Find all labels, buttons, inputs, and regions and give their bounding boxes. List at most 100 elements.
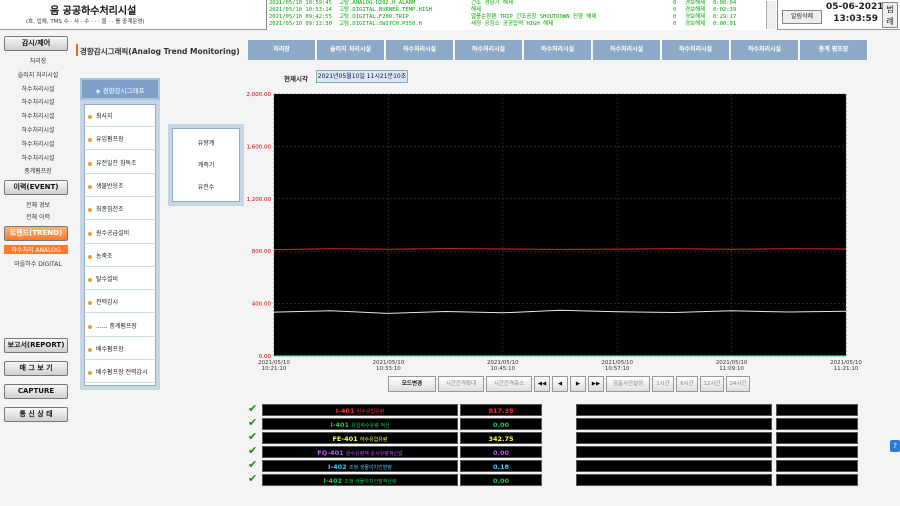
- alarm-state: 경보해제: [685, 21, 706, 27]
- tag-value: 0.00: [460, 474, 542, 486]
- alarm-row[interactable]: 2021/05/10 09:42:55 고탐.DIGITAL.F200.TRIP 열…: [267, 14, 777, 21]
- tab-plant-2[interactable]: 하수처리시설: [386, 40, 454, 60]
- trend-control-button[interactable]: 시간간격축소: [486, 376, 532, 392]
- sidebar-item-all-history[interactable]: 전체 이력: [8, 212, 68, 221]
- comm-status-button[interactable]: 통 신 상 태: [4, 407, 68, 422]
- empty-value-cell: [776, 404, 858, 416]
- y-tick-label: 800.00: [252, 249, 272, 255]
- trend-menu-item[interactable]: 배수펌프장 전력감시: [86, 363, 154, 384]
- side-help-icon[interactable]: ?: [890, 440, 900, 452]
- trend-control-button[interactable]: 6시간: [676, 376, 698, 392]
- trend-chart[interactable]: 0.00400.00800.001,200.001,600.002,000.00…: [240, 86, 872, 376]
- alarm-row[interactable]: 2021/05/10 10:59:45 고탐.ANALOG.D202.H_ALAR…: [267, 0, 777, 7]
- empty-value-cell: [776, 432, 858, 444]
- sidebar-item-analog-trend[interactable]: 하수처리 ANALOG: [4, 245, 68, 254]
- trend-menu-item[interactable]: 최종침전조: [86, 200, 154, 221]
- sidebar-item-sludge[interactable]: 슬러지 처리시설: [8, 70, 68, 79]
- trend-control-button[interactable]: 24시간: [726, 376, 750, 392]
- submenu-flowmeter[interactable]: 유량계: [172, 138, 240, 147]
- table-row: ✔ FQ-401 원수유량계 순시유량적산값 0.00: [246, 444, 860, 458]
- trend-controls: 모드변경 시간간격확대 시간간격축소 ◀◀ ◀ ▶ ▶▶ 검출시간설정 1시간 6시간 12시간 24…: [388, 376, 750, 392]
- tab-plant-1[interactable]: 슬러지 처리시설: [317, 40, 385, 60]
- sidebar-item-plant[interactable]: 처리장: [8, 56, 68, 65]
- tab-plant-3[interactable]: 하수처리시설: [455, 40, 523, 60]
- tag-value: 342.75: [460, 432, 542, 444]
- sidebar-item-digital-trend[interactable]: 마을하수 DIGITAL: [8, 259, 68, 268]
- empty-tag-cell: [576, 418, 772, 430]
- trend-menu-item[interactable]: 농축조: [86, 247, 154, 267]
- manual-button[interactable]: 매 그 보 기: [4, 361, 68, 376]
- alarm-list[interactable]: 2021/05/10 10:59:45 고탐.ANALOG.D202.H_ALAR…: [266, 0, 778, 30]
- tab-plant-4[interactable]: 하수처리시설: [524, 40, 592, 60]
- y-tick-label: 2,000.00: [247, 92, 272, 98]
- alarm-time: 2021/05/10 09:13:30: [269, 21, 332, 27]
- alarm-tag: 고탐.DIGITAL.BURNER.TEMP.HIGH: [339, 7, 432, 13]
- empty-value-cell: [776, 460, 858, 472]
- tag-id: FE-401: [332, 435, 358, 443]
- tag-value: 0.00: [460, 418, 542, 430]
- x-tick-label: 2021/05/10 11:21:10: [830, 360, 862, 372]
- trend-control-button[interactable]: ◀: [552, 376, 568, 392]
- trend-menu-item[interactable]: 배수펌프장: [86, 340, 154, 360]
- check-icon: ✔: [248, 444, 258, 457]
- table-row: ✔ I-402 조정 생물아치인발적산량 0.00: [246, 473, 860, 486]
- sidebar-item-sewage-2[interactable]: 하수처리시설: [8, 97, 68, 106]
- alarm-scrollbar[interactable]: [766, 1, 776, 29]
- sidebar-item-sewage-6[interactable]: 하수처리시설: [8, 153, 68, 162]
- trend-control-button[interactable]: 모드변경: [388, 376, 436, 392]
- trend-control-button[interactable]: 12시간: [700, 376, 724, 392]
- legend-button[interactable]: 범례: [882, 2, 898, 28]
- tab-plant-0[interactable]: 처리장: [248, 40, 316, 60]
- trend-menu-item[interactable]: ...... 중계펌프장: [86, 317, 154, 337]
- x-tick-label: 2021/05/10 10:57:10: [601, 360, 633, 372]
- trend-control-button[interactable]: 시간간격확대: [438, 376, 484, 392]
- tag-name-cell: I-401 원수유입유량: [262, 404, 458, 416]
- sidebar-item-all-alarms[interactable]: 전체 경보: [8, 200, 68, 209]
- tab-plant-5[interactable]: 하수처리시설: [593, 40, 661, 60]
- trend-menu-item[interactable]: 생물반응조: [86, 177, 154, 197]
- sidebar-item-sewage-5[interactable]: 하수처리시설: [8, 139, 68, 148]
- trend-menu-item[interactable]: 원수공급설비: [86, 224, 154, 244]
- empty-tag-cell: [576, 460, 772, 472]
- trend-control-button[interactable]: ▶▶: [588, 376, 604, 392]
- monitor-button[interactable]: 감시/제어: [4, 36, 68, 51]
- trend-control-button[interactable]: 1시간: [652, 376, 674, 392]
- tag-value-table: ✔ I-401 원수유입유량 817.38 ✔ I-401 유입하수유량 적산 0.00 ✔…: [246, 403, 860, 488]
- tab-plant-7[interactable]: 하수처리시설: [731, 40, 799, 60]
- tab-plant-6[interactable]: 하수처리시설: [662, 40, 730, 60]
- submenu-oil-water[interactable]: 유전수: [172, 182, 240, 191]
- sidebar-item-sewage-4[interactable]: 하수처리시설: [8, 125, 68, 134]
- trend-menu-item[interactable]: 최사지: [86, 107, 154, 127]
- empty-tag-cell: [576, 404, 772, 416]
- trend-button[interactable]: 트렌드(TREND): [4, 226, 68, 241]
- alarm-tag: 고탐.DIGITAL.F200.TRIP: [339, 14, 409, 20]
- trend-control-button[interactable]: ▶: [570, 376, 586, 392]
- trend-control-button[interactable]: ◀◀: [534, 376, 550, 392]
- sidebar-item-sewage-1[interactable]: 하수처리시설: [8, 84, 68, 93]
- alarm-row[interactable]: 2021/05/10 09:13:30 고탐.DIGITAL.SWITCH.P35…: [267, 21, 777, 28]
- sidebar-item-relay-pump[interactable]: 중계펌프장: [8, 166, 68, 175]
- trend-menu-header: ◈ 경향감시그래프: [80, 78, 160, 100]
- alarm-ack-button[interactable]: 알림삭제: [782, 10, 822, 24]
- trend-menu-item[interactable]: 전력감시: [86, 293, 154, 314]
- x-tick-label: 2021/05/10 10:45:10: [487, 360, 519, 372]
- trend-menu-item[interactable]: 탈수설비: [86, 270, 154, 291]
- tab-plant-8[interactable]: 중계 펌프장: [800, 40, 868, 60]
- tag-name-cell: I-402 조정 생물아치인발적산량: [262, 474, 458, 486]
- sidebar-item-sewage-3[interactable]: 하수처리시설: [8, 111, 68, 120]
- page-title: 경향감시그래픽(Analog Trend Monitoring): [80, 47, 240, 56]
- event-button[interactable]: 이력(EVENT): [4, 180, 68, 195]
- trend-menu-item[interactable]: 유입펌프장: [86, 130, 154, 151]
- capture-button[interactable]: CAPTURE: [4, 384, 68, 399]
- alarm-duration: 0:29:17: [713, 14, 737, 20]
- trend-menu-item[interactable]: 유전일잔 침독조: [86, 154, 154, 174]
- alarm-time: 2021/05/10 10:53:14: [269, 7, 332, 13]
- alarm-row[interactable]: 2021/05/10 10:53:14 고탐.DIGITAL.BURNER.TEM…: [267, 7, 777, 14]
- trend-control-button[interactable]: 검출시간설정: [606, 376, 650, 392]
- empty-tag-cell: [576, 446, 772, 458]
- report-button[interactable]: 보고서(REPORT): [4, 338, 68, 353]
- alarm-desc: 건조 경향기 해제: [471, 0, 514, 6]
- tag-desc: 조정 생물아치인발적산량: [344, 479, 397, 485]
- submenu-instrument[interactable]: 계측기: [172, 160, 240, 169]
- x-tick-label: 2021/05/10 11:09:10: [716, 360, 748, 372]
